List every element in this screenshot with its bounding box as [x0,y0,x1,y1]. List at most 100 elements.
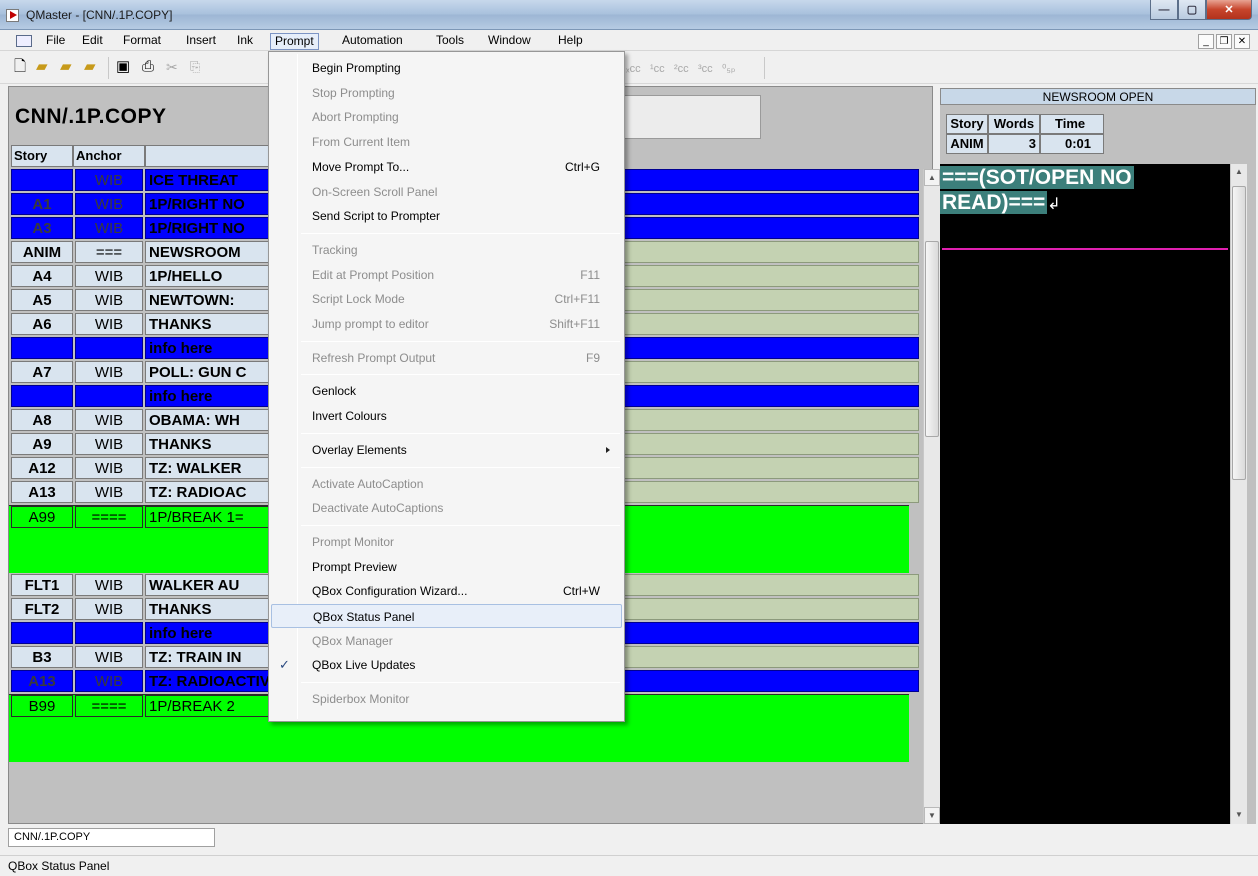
story-cell[interactable]: FLT1 [11,574,73,596]
anchor-cell[interactable]: WIB [75,361,143,383]
menu-format[interactable]: Format [119,33,165,50]
anchor-cell[interactable] [75,337,143,359]
menu-item-abort-prompting[interactable]: Abort Prompting [271,105,622,129]
menu-insert[interactable]: Insert [182,33,220,50]
save-icon[interactable]: ▣ [116,59,130,75]
menu-item-script-lock-mode[interactable]: Script Lock Mode Ctrl+F11 [271,287,622,311]
mdi-minimize-button[interactable]: _ [1198,34,1214,49]
story-cell[interactable]: A13 [11,670,73,692]
menu-item-spiderbox-monitor[interactable]: Spiderbox Monitor [271,687,622,711]
story-cell[interactable] [11,622,73,644]
story-cell[interactable]: A7 [11,361,73,383]
anchor-cell[interactable]: ==== [75,506,143,528]
menu-item-deactivate-autocaptions[interactable]: Deactivate AutoCaptions [271,496,622,520]
story-cell[interactable]: ANIM [11,241,73,263]
story-cell[interactable]: A8 [11,409,73,431]
story-cell[interactable]: B99 [11,695,73,717]
scroll-thumb[interactable] [925,241,939,437]
scroll-up-button[interactable]: ▲ [924,169,940,186]
anchor-cell[interactable]: WIB [75,265,143,287]
story-cell[interactable] [11,385,73,407]
menu-item-qbox-status-panel[interactable]: QBox Status Panel [271,604,622,628]
script-scroll-down-button[interactable]: ▼ [1231,807,1247,824]
menu-item-from-current-item[interactable]: From Current Item [271,130,622,154]
minimize-button[interactable]: — [1150,0,1178,20]
document-icon[interactable] [16,35,32,47]
paste-icon[interactable]: ⎘ [190,59,200,75]
story-cell[interactable] [11,169,73,191]
menu-item-activate-autocaption[interactable]: Activate AutoCaption [271,472,622,496]
menu-item-tracking[interactable]: Tracking [271,238,622,262]
anchor-cell[interactable]: WIB [75,646,143,668]
mdi-close-button[interactable]: ✕ [1234,34,1250,49]
new-document-icon[interactable]: 🗋 [14,59,26,75]
anchor-cell[interactable]: WIB [75,217,143,239]
story-cell[interactable]: A4 [11,265,73,287]
anchor-cell[interactable]: WIB [75,670,143,692]
menu-prompt[interactable]: Prompt [270,33,319,50]
story-cell[interactable]: A13 [11,481,73,503]
anchor-cell[interactable] [75,385,143,407]
cut-icon[interactable]: ✂ [166,59,178,75]
anchor-cell[interactable]: === [75,241,143,263]
story-cell[interactable] [11,337,73,359]
menu-edit[interactable]: Edit [78,33,107,50]
anchor-cell[interactable]: WIB [75,313,143,335]
story-cell[interactable]: A3 [11,217,73,239]
story-cell[interactable]: A12 [11,457,73,479]
anchor-cell[interactable]: WIB [75,409,143,431]
open-folder-2-icon[interactable]: ▰ [60,59,72,75]
open-folder-3-icon[interactable]: ▰ [84,59,96,75]
anchor-cell[interactable]: ==== [75,695,143,717]
menu-item-qbox-live-updates[interactable]: QBox Live Updates ✓ [271,653,622,677]
menu-automation[interactable]: Automation [338,33,407,50]
cc2-caption-icon[interactable]: ²cc [674,61,689,77]
menu-ink[interactable]: Ink [233,33,257,50]
cc1-caption-icon[interactable]: ¹cc [650,61,665,77]
menu-item-send-script-to-prompter[interactable]: Send Script to Prompter [271,204,622,228]
menu-item-edit-at-prompt-position[interactable]: Edit at Prompt Position F11 [271,263,622,287]
anchor-cell[interactable]: WIB [75,574,143,596]
menu-item-begin-prompting[interactable]: Begin Prompting [271,56,622,80]
menu-item-genlock[interactable]: Genlock [271,379,622,403]
story-cell[interactable]: A5 [11,289,73,311]
story-cell[interactable]: A6 [11,313,73,335]
anchor-cell[interactable]: WIB [75,481,143,503]
menu-item-invert-colours[interactable]: Invert Colours [271,404,622,428]
script-text[interactable]: ===(SOT/OPEN NO READ)=== ↲ [940,165,1134,217]
menu-item-qbox-configuration-wizard[interactable]: QBox Configuration Wizard... Ctrl+W [271,579,622,603]
menu-window[interactable]: Window [484,33,535,50]
anchor-cell[interactable]: WIB [75,598,143,620]
script-editor[interactable]: ===(SOT/OPEN NO READ)=== ↲ [940,164,1230,824]
story-cell[interactable]: A9 [11,433,73,455]
column-header-story[interactable]: Story [11,145,73,167]
maximize-button[interactable]: ▢ [1178,0,1206,20]
menu-file[interactable]: File [42,33,69,50]
menu-item-prompt-monitor[interactable]: Prompt Monitor [271,530,622,554]
script-scroll-thumb[interactable] [1232,186,1246,480]
story-cell[interactable]: FLT2 [11,598,73,620]
menu-item-overlay-elements[interactable]: Overlay Elements [271,438,622,462]
anchor-cell[interactable]: WIB [75,457,143,479]
close-button[interactable]: ✕ [1206,0,1252,20]
menu-help[interactable]: Help [554,33,587,50]
cc3-caption-icon[interactable]: ³cc [698,61,713,77]
open-folder-icon[interactable]: ▰ [36,59,48,75]
sp-caption-icon[interactable]: ⁰₅ₚ [722,61,736,77]
story-cell[interactable]: A99 [11,506,73,528]
anchor-cell[interactable]: WIB [75,193,143,215]
script-scroll-up-button[interactable]: ▲ [1231,164,1247,181]
story-cell[interactable]: A1 [11,193,73,215]
rundown-scrollbar[interactable]: ▲ ▼ [923,169,940,824]
anchor-cell[interactable]: WIB [75,169,143,191]
menu-item-on-screen-scroll-panel[interactable]: On-Screen Scroll Panel [271,180,622,204]
anchor-cell[interactable]: WIB [75,289,143,311]
menu-item-refresh-prompt-output[interactable]: Refresh Prompt Output F9 [271,346,622,370]
anchor-cell[interactable] [75,622,143,644]
menu-item-stop-prompting[interactable]: Stop Prompting [271,81,622,105]
story-cell[interactable]: B3 [11,646,73,668]
script-scrollbar[interactable]: ▲ ▼ [1230,164,1247,824]
column-header-anchor[interactable]: Anchor [73,145,145,167]
print-icon[interactable]: ⎙ [142,59,154,75]
scroll-down-button[interactable]: ▼ [924,807,940,824]
